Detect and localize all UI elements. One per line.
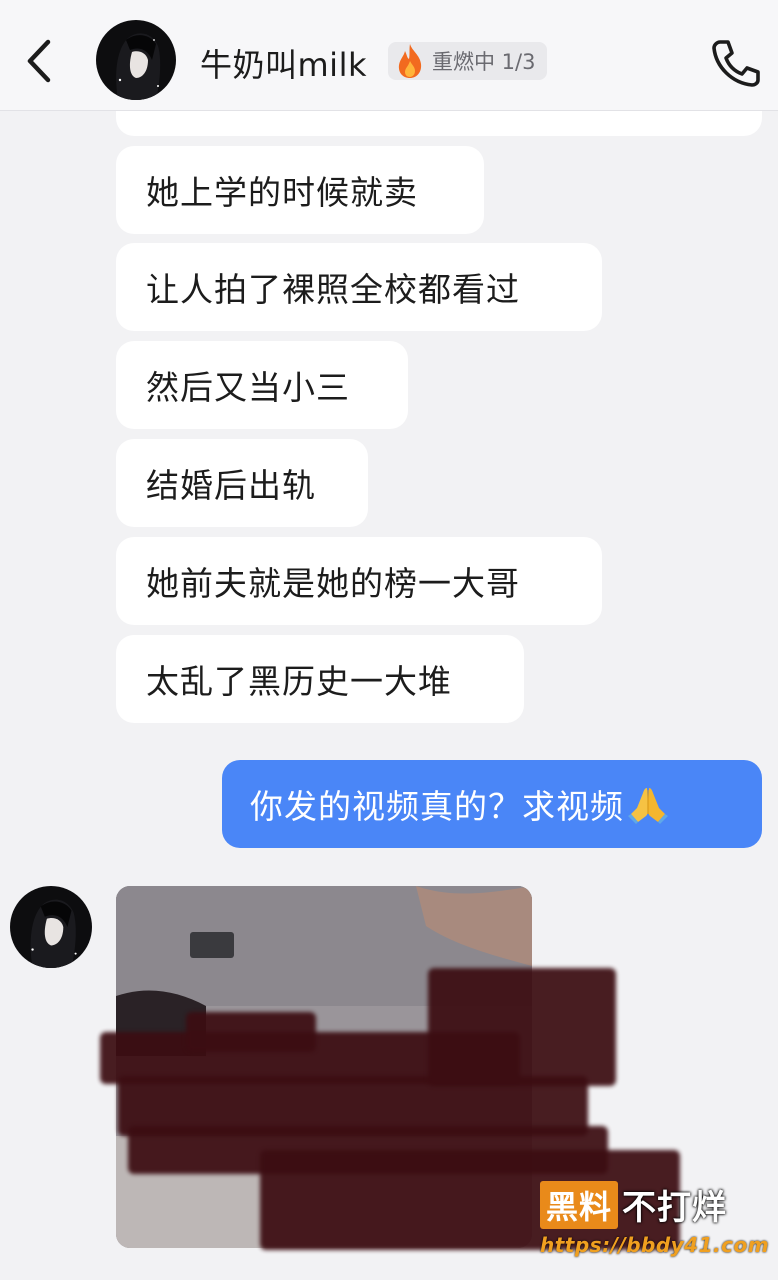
chevron-left-icon[interactable] — [22, 38, 56, 84]
sender-avatar[interactable] — [10, 886, 92, 968]
watermark-url: https://bbdy41.com — [540, 1233, 770, 1257]
contact-avatar[interactable] — [96, 20, 176, 100]
chat-header: 牛奶叫milk 重燃中 1/3 — [0, 0, 778, 111]
streak-badge[interactable]: 重燃中 1/3 — [388, 42, 548, 80]
censor-block — [186, 1012, 316, 1052]
chat-screen: 牛奶叫milk 重燃中 1/3 她上学的时候就卖 让人拍了裸照全校都看过 然后又… — [0, 0, 778, 1280]
message-bubble[interactable]: 她前夫就是她的榜一大哥 — [116, 537, 602, 625]
phone-icon[interactable] — [710, 38, 762, 88]
sent-message-text: 你发的视频真的？求视频 — [250, 787, 624, 826]
streak-text: 重燃中 1/3 — [432, 50, 536, 74]
watermark-box-text: 黑料 — [540, 1180, 619, 1229]
message-bubble[interactable]: 她上学的时候就卖 — [116, 146, 484, 234]
folded-hands-icon — [628, 788, 668, 824]
censor-block — [428, 968, 616, 1086]
message-bubble[interactable]: 太乱了黑历史一大堆 — [116, 635, 524, 723]
fire-icon — [398, 44, 422, 78]
message-bubble[interactable]: 结婚后出轨 — [116, 439, 368, 527]
watermark: 黑料 不打烊 https://bbdy41.com — [540, 1180, 770, 1264]
sent-message-bubble[interactable]: 你发的视频真的？求视频 — [222, 760, 762, 848]
watermark-rest-text: 不打烊 — [622, 1188, 728, 1228]
message-bubble[interactable]: 然后又当小三 — [116, 341, 408, 429]
contact-name[interactable]: 牛奶叫milk — [200, 40, 367, 86]
message-bubble[interactable]: 让人拍了裸照全校都看过 — [116, 243, 602, 331]
